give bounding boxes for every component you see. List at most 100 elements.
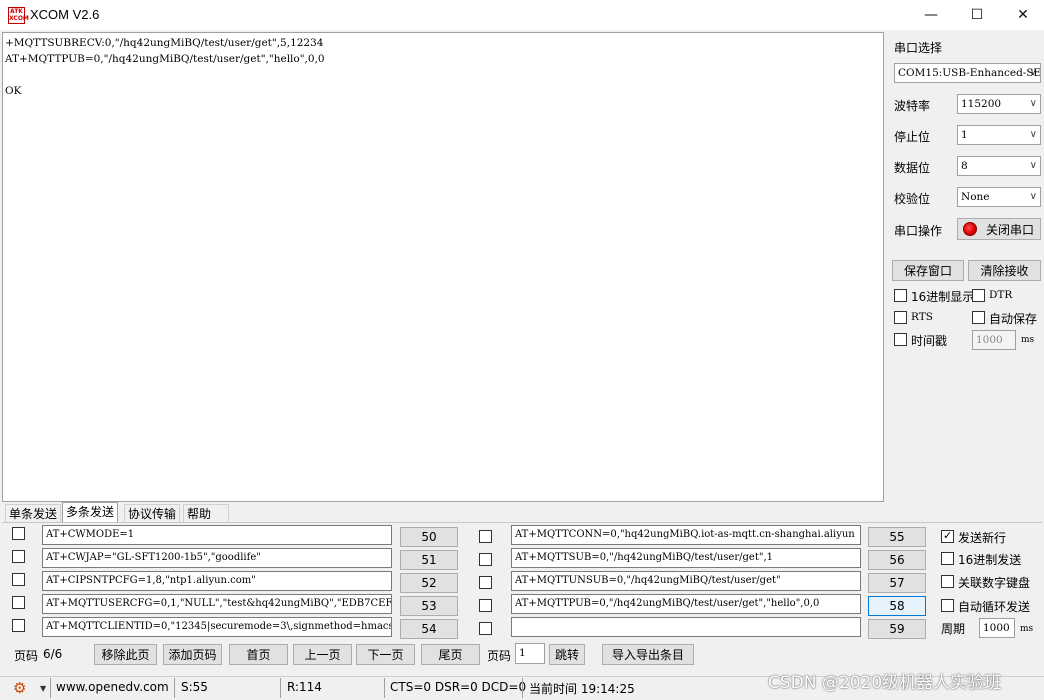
auto-loop-label: 自动循环发送	[958, 600, 1031, 614]
stop-bits-select[interactable]: 1 ∨	[957, 125, 1041, 145]
data-bits-select[interactable]: 8 ∨	[957, 156, 1041, 176]
chevron-down-icon: ∨	[1029, 191, 1037, 202]
first-page-button[interactable]: 首页	[229, 644, 288, 665]
data-bits-label: 数据位	[894, 161, 931, 175]
link-keyboard-label: 关联数字键盘	[958, 576, 1031, 590]
status-separator	[174, 678, 175, 698]
rts-checkbox[interactable]	[894, 311, 907, 324]
hex-send-checkbox[interactable]	[941, 552, 954, 565]
received-count: R:114	[287, 680, 322, 694]
row-checkbox[interactable]	[12, 527, 25, 540]
tab-multi-send[interactable]: 多条发送	[62, 502, 119, 523]
minimize-icon[interactable]: —	[908, 0, 954, 30]
modem-lines: CTS=0 DSR=0 DCD=0	[390, 680, 527, 694]
clear-receive-button[interactable]: 清除接收	[968, 260, 1041, 281]
tab-help[interactable]: 帮助	[183, 504, 229, 523]
port-operation-label: 串口操作	[894, 224, 943, 238]
row-checkbox[interactable]	[479, 553, 492, 566]
timestamp-interval-input[interactable]: 1000	[972, 330, 1016, 350]
receive-text-area[interactable]: +MQTTSUBRECV:0,"/hq42ungMiBQ/test/user/g…	[2, 32, 884, 502]
last-page-button[interactable]: 尾页	[421, 644, 480, 665]
row-checkbox[interactable]	[479, 622, 492, 635]
status-separator	[280, 678, 281, 698]
baud-label: 波特率	[894, 99, 931, 113]
close-port-button[interactable]: 关闭串口	[957, 218, 1041, 240]
command-input[interactable]: AT+CWJAP="GL-SFT1200-1b5","goodlife"	[42, 548, 392, 568]
tab-protocol[interactable]: 协议传输	[124, 504, 181, 523]
command-input[interactable]: AT+CIPSNTPCFG=1,8,"ntp1.aliyun.com"	[42, 571, 392, 591]
save-window-button[interactable]: 保存窗口	[892, 260, 964, 281]
row-checkbox[interactable]	[12, 619, 25, 632]
period-input[interactable]: 1000	[979, 618, 1015, 638]
dtr-checkbox[interactable]	[972, 289, 985, 302]
command-input[interactable]: AT+MQTTCONN=0,"hq42ungMiBQ.iot-as-mqtt.c…	[511, 525, 861, 545]
add-page-button[interactable]: 添加页码	[163, 644, 222, 665]
timestamp-checkbox[interactable]	[894, 333, 907, 346]
row-checkbox[interactable]	[479, 530, 492, 543]
status-led-icon	[963, 222, 977, 236]
send-button[interactable]: 52	[400, 573, 458, 593]
title-bar	[0, 0, 1044, 30]
send-button[interactable]: 54	[400, 619, 458, 639]
remove-page-button[interactable]: 移除此页	[94, 644, 157, 665]
auto-loop-checkbox[interactable]	[941, 599, 954, 612]
goto-button[interactable]: 跳转	[549, 644, 585, 665]
chevron-down-icon: ∨	[1029, 98, 1037, 109]
port-select[interactable]: COM15:USB-Enhanced-SE ∨	[894, 63, 1041, 83]
send-button[interactable]: 57	[868, 573, 926, 593]
auto-save-label: 自动保存	[989, 312, 1038, 326]
page-indicator: 6/6	[43, 647, 63, 661]
send-newline-label: 发送新行	[958, 531, 1007, 545]
command-input[interactable]: AT+MQTTPUB=0,"/hq42ungMiBQ/test/user/get…	[511, 594, 861, 614]
next-page-button[interactable]: 下一页	[356, 644, 415, 665]
auto-save-checkbox[interactable]	[972, 311, 985, 324]
import-export-button[interactable]: 导入导出条目	[602, 644, 694, 665]
row-checkbox[interactable]	[12, 550, 25, 563]
current-time: 当前时间 19:14:25	[529, 682, 635, 696]
close-icon[interactable]: ✕	[1000, 0, 1044, 30]
send-button[interactable]: 51	[400, 550, 458, 570]
command-input[interactable]: AT+MQTTUNSUB=0,"/hq42ungMiBQ/test/user/g…	[511, 571, 861, 591]
watermark: CSDN @2020级机器人实验班	[768, 673, 1002, 693]
prev-page-button[interactable]: 上一页	[293, 644, 352, 665]
goto-page-label: 页码	[487, 649, 512, 663]
command-input[interactable]: AT+MQTTCLIENTID=0,"12345|securemode=3\,s…	[42, 617, 392, 637]
send-button[interactable]: 55	[868, 527, 926, 547]
chevron-down-icon: ∨	[1029, 67, 1037, 78]
link-keyboard-checkbox[interactable]	[941, 575, 954, 588]
receive-line: AT+MQTTPUB=0,"/hq42ungMiBQ/test/user/get…	[5, 53, 325, 65]
maximize-icon[interactable]: ☐	[954, 0, 1000, 30]
stop-bits-label: 停止位	[894, 130, 931, 144]
row-checkbox[interactable]	[479, 599, 492, 612]
send-button[interactable]: 50	[400, 527, 458, 547]
send-button[interactable]: 53	[400, 596, 458, 616]
row-checkbox[interactable]	[12, 573, 25, 586]
period-unit: ms	[1020, 624, 1034, 634]
send-button[interactable]: 58	[868, 596, 926, 616]
hex-display-label: 16进制显示	[911, 290, 975, 304]
command-input[interactable]: AT+CWMODE=1	[42, 525, 392, 545]
port-label: 串口选择	[894, 41, 943, 55]
send-newline-checkbox[interactable]	[941, 529, 954, 543]
row-checkbox[interactable]	[12, 596, 25, 609]
hex-send-label: 16进制发送	[958, 553, 1022, 567]
command-input[interactable]: AT+MQTTUSERCFG=0,1,"NULL","test&hq42ungM…	[42, 594, 392, 614]
tab-single-send[interactable]: 单条发送	[5, 504, 62, 523]
parity-label: 校验位	[894, 192, 931, 206]
chevron-down-icon: ∨	[1029, 160, 1037, 171]
command-input[interactable]: AT+MQTTSUB=0,"/hq42ungMiBQ/test/user/get…	[511, 548, 861, 568]
timestamp-label: 时间戳	[911, 334, 948, 348]
hex-display-checkbox[interactable]	[894, 289, 907, 302]
send-button[interactable]: 59	[868, 619, 926, 639]
rts-label: RTS	[911, 311, 933, 323]
parity-select[interactable]: None ∨	[957, 187, 1041, 207]
gear-icon[interactable]: ⚙	[13, 680, 26, 696]
website-link[interactable]: www.openedv.com	[56, 680, 169, 694]
row-checkbox[interactable]	[479, 576, 492, 589]
goto-page-input[interactable]: 1	[515, 643, 545, 664]
window-title: XCOM V2.6	[30, 7, 100, 22]
command-input[interactable]	[511, 617, 861, 637]
baud-select[interactable]: 115200 ∨	[957, 94, 1041, 114]
chevron-down-icon[interactable]: ▼	[40, 684, 46, 693]
send-button[interactable]: 56	[868, 550, 926, 570]
